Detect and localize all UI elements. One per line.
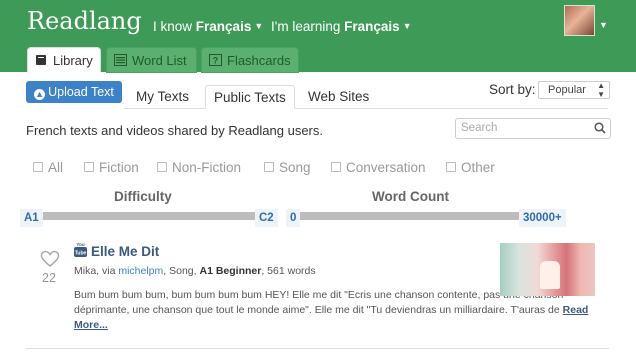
item-user-link[interactable]: michelpm — [118, 265, 163, 277]
sort-label: Sort by: — [489, 82, 536, 97]
learning-language-dropdown[interactable]: I'm learning Français ▼ — [271, 19, 412, 34]
chevron-down-icon: ▼ — [402, 21, 412, 31]
checkbox[interactable] — [264, 162, 274, 172]
library-description: French texts and videos shared by Readla… — [26, 123, 324, 138]
checkbox[interactable] — [331, 162, 341, 172]
tab-word-list[interactable]: Word List — [106, 47, 197, 73]
item-level: A1 Beginner — [199, 265, 262, 277]
learning-label: I'm learning — [271, 19, 341, 34]
item-title-link[interactable]: Elle Me Dit — [91, 244, 159, 259]
upload-text-label: Upload Text — [48, 85, 114, 99]
chevron-down-icon[interactable]: ▼ — [599, 20, 608, 30]
filter-conversation-label: Conversation — [346, 160, 426, 175]
upload-text-button[interactable]: ▲ Upload Text — [26, 81, 122, 103]
learning-value: Français — [344, 19, 400, 34]
filter-all[interactable]: All — [33, 160, 63, 175]
search-input[interactable]: Search — [455, 118, 611, 139]
subtab-public-texts[interactable]: Public Texts — [205, 85, 295, 109]
svg-text:You: You — [76, 242, 84, 247]
brand-logo[interactable]: Readlang — [27, 7, 142, 35]
item-word-count: , 561 words — [261, 265, 316, 277]
like-count: 22 — [42, 271, 56, 285]
subtab-web-sites[interactable]: Web Sites — [300, 85, 377, 109]
tab-word-list-label: Word List — [132, 53, 187, 68]
question-card-icon: ? — [209, 54, 222, 66]
search-placeholder: Search — [461, 122, 498, 134]
sort-select[interactable]: Popular ▲ ▼ — [538, 81, 610, 99]
thumbnail-figure — [540, 261, 560, 289]
difficulty-min-handle[interactable]: A1 — [20, 209, 43, 227]
filter-other[interactable]: Other — [446, 160, 495, 175]
filter-song-label: Song — [279, 160, 311, 175]
difficulty-slider-track[interactable] — [40, 212, 258, 220]
difficulty-title: Difficulty — [114, 189, 172, 204]
word-count-max-handle[interactable]: 30000+ — [519, 209, 566, 227]
item-artist: Mika, via — [74, 265, 119, 277]
difficulty-max-handle[interactable]: C2 — [255, 209, 278, 227]
item-excerpt-text: Bum bum bum bum, bum bum bum bum HEY! El… — [74, 289, 564, 316]
heart-icon[interactable] — [40, 250, 60, 268]
filter-non-fiction[interactable]: Non-Fiction — [157, 160, 241, 175]
i-know-value: Français — [195, 19, 252, 34]
subtab-my-texts[interactable]: My Texts — [128, 85, 197, 109]
tab-flashcards[interactable]: ? Flashcards — [201, 47, 299, 73]
upload-arrow-icon: ▲ — [34, 89, 46, 100]
item-divider — [26, 348, 609, 349]
search-icon[interactable] — [594, 122, 606, 134]
i-know-language-dropdown[interactable]: I know Français ▼ — [153, 19, 263, 34]
item-thumbnail[interactable] — [500, 243, 595, 296]
list-icon — [114, 54, 127, 66]
word-count-slider-track[interactable] — [298, 212, 523, 220]
checkbox[interactable] — [33, 162, 43, 172]
tab-library-label: Library — [53, 53, 93, 68]
checkbox[interactable] — [446, 162, 456, 172]
filter-non-fiction-label: Non-Fiction — [172, 160, 242, 175]
user-avatar[interactable] — [564, 5, 595, 36]
updown-arrow-icon: ▲ ▼ — [597, 81, 605, 99]
filter-other-label: Other — [461, 160, 495, 175]
svg-text:?: ? — [213, 56, 219, 66]
filter-conversation[interactable]: Conversation — [331, 160, 426, 175]
filter-fiction-label: Fiction — [99, 160, 139, 175]
item-genre: , Song, — [163, 265, 200, 277]
chevron-down-icon: ▼ — [254, 21, 264, 31]
checkbox[interactable] — [157, 162, 167, 172]
word-count-title: Word Count — [372, 189, 449, 204]
book-icon — [36, 55, 46, 65]
youtube-icon: You Tube — [74, 242, 87, 257]
tab-flashcards-label: Flashcards — [227, 53, 291, 68]
word-count-min-handle[interactable]: 0 — [286, 209, 301, 227]
filter-fiction[interactable]: Fiction — [84, 160, 139, 175]
i-know-label: I know — [153, 19, 193, 34]
tab-library[interactable]: Library — [27, 47, 101, 73]
svg-text:Tube: Tube — [75, 251, 87, 257]
checkbox[interactable] — [84, 162, 94, 172]
filter-all-label: All — [48, 160, 64, 175]
sort-value: Popular — [548, 84, 586, 96]
filter-song[interactable]: Song — [264, 160, 311, 175]
item-meta: Mika, via michelpm, Song, A1 Beginner, 5… — [74, 265, 316, 277]
